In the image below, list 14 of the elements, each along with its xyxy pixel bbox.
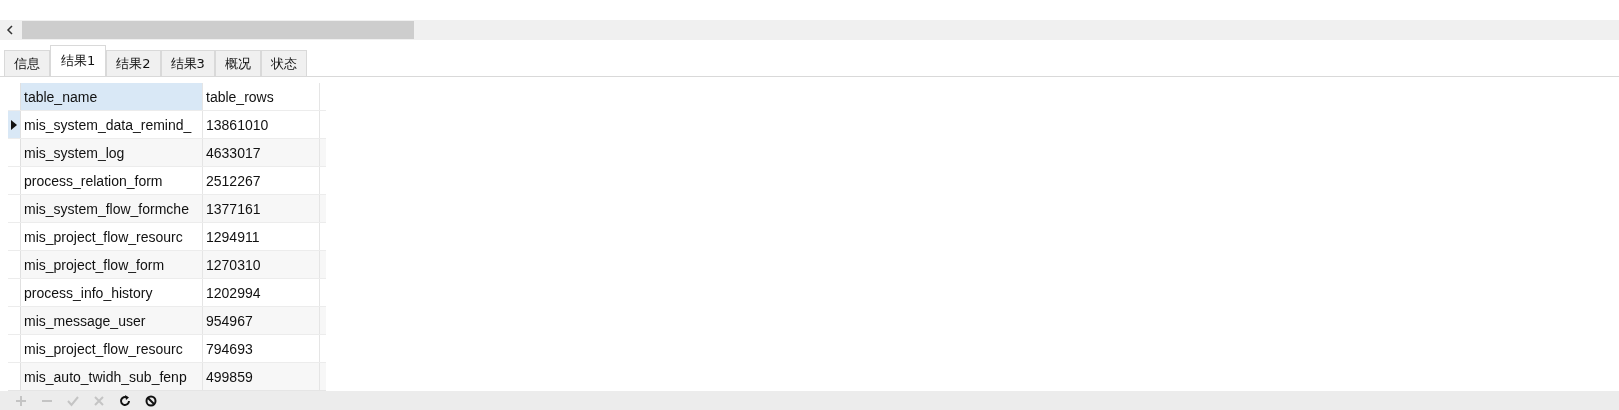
result-tab[interactable]: 结果1 — [50, 45, 107, 76]
result-tab[interactable]: 信息 — [4, 50, 50, 76]
result-tab[interactable]: 状态 — [260, 50, 307, 76]
result-tab[interactable]: 结果2 — [106, 50, 161, 76]
scroll-left-icon[interactable] — [6, 25, 14, 35]
result-tab[interactable]: 结果3 — [160, 50, 215, 76]
table-cell: mis_auto_twidh_sub_fenp — [21, 363, 203, 390]
current-row-icon — [11, 119, 17, 130]
horizontal-scrollbar[interactable] — [0, 20, 1619, 40]
row-header[interactable] — [8, 111, 21, 138]
result-tab[interactable]: 概况 — [214, 50, 261, 76]
scrollbar-thumb[interactable] — [22, 21, 414, 39]
column-header[interactable]: table_name — [21, 83, 203, 110]
table-cell: 499859 — [203, 363, 320, 390]
